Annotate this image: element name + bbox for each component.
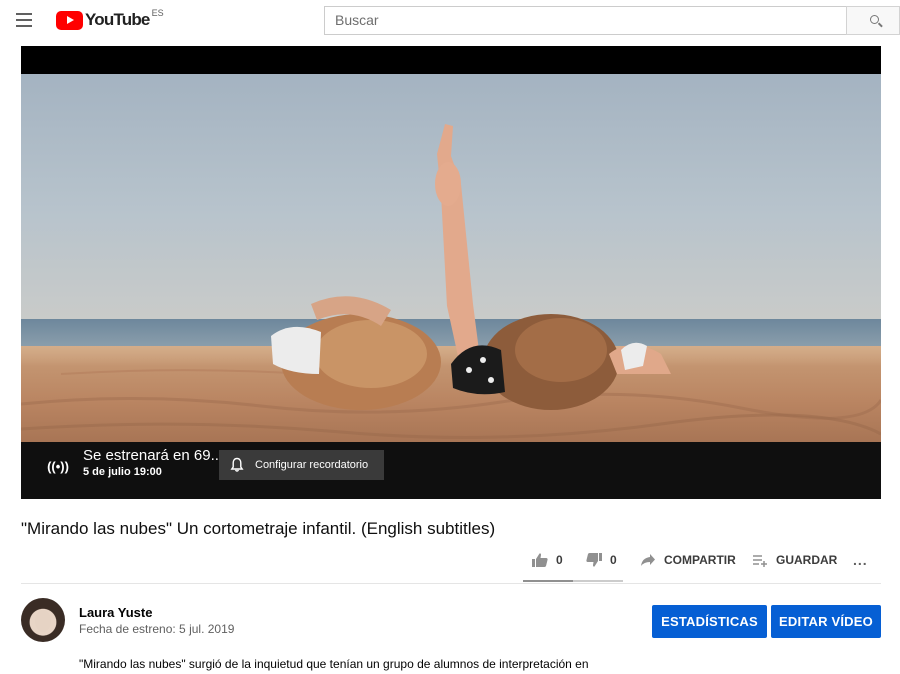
play-logo-icon — [56, 10, 83, 30]
save-button[interactable]: GUARDAR — [752, 549, 837, 571]
more-options-icon[interactable]: ... — [853, 549, 868, 571]
channel-name[interactable]: Laura Yuste — [79, 605, 152, 620]
menu-icon[interactable] — [16, 13, 32, 27]
sentiment-like-fill — [523, 580, 573, 582]
like-count: 0 — [556, 553, 563, 567]
channel-avatar[interactable] — [21, 598, 65, 642]
share-arrow-icon — [641, 554, 655, 566]
statistics-button[interactable]: ESTADÍSTICAS — [652, 605, 767, 638]
search-icon — [870, 15, 879, 24]
premiere-date-meta: Fecha de estreno: 5 jul. 2019 — [79, 622, 235, 636]
share-label: COMPARTIR — [664, 553, 736, 567]
youtube-logo[interactable]: YouTube ES — [56, 8, 164, 30]
beach-scene-illustration — [21, 124, 881, 439]
logo-text: YouTube — [85, 10, 150, 29]
region-code: ES — [151, 8, 164, 18]
video-description: "Mirando las nubes" surgió de la inquiet… — [79, 657, 589, 671]
search-input[interactable]: Buscar — [324, 6, 846, 35]
live-broadcast-icon: ((•)) — [47, 459, 69, 474]
sentiment-bar — [523, 580, 623, 582]
masthead: YouTube ES Buscar — [0, 0, 900, 46]
bell-icon — [229, 457, 245, 473]
playlist-add-icon — [753, 555, 767, 567]
save-label: GUARDAR — [776, 553, 838, 567]
dislike-count: 0 — [610, 553, 617, 567]
set-reminder-label: Configurar recordatorio — [255, 459, 369, 471]
premiere-date: 5 de julio 19:00 — [83, 466, 162, 478]
premiere-bar: ((•)) Se estrenará en 69... 5 de julio 1… — [21, 442, 881, 499]
set-reminder-button[interactable]: Configurar recordatorio — [219, 450, 384, 480]
share-button[interactable]: COMPARTIR — [640, 549, 736, 571]
video-player[interactable]: ((•)) Se estrenará en 69... 5 de julio 1… — [21, 46, 881, 499]
dislike-button[interactable]: 0 — [585, 549, 617, 571]
video-title: "Mirando las nubes" Un cortometraje infa… — [21, 519, 496, 538]
premiere-countdown: Se estrenará en 69... — [83, 447, 224, 464]
thumbs-up-icon — [532, 553, 548, 567]
video-thumbnail — [21, 74, 881, 442]
thumbs-down-icon — [586, 553, 602, 567]
divider — [21, 583, 881, 584]
like-button[interactable]: 0 — [531, 549, 563, 571]
search-button[interactable] — [846, 6, 900, 35]
edit-video-button[interactable]: EDITAR VÍDEO — [771, 605, 881, 638]
